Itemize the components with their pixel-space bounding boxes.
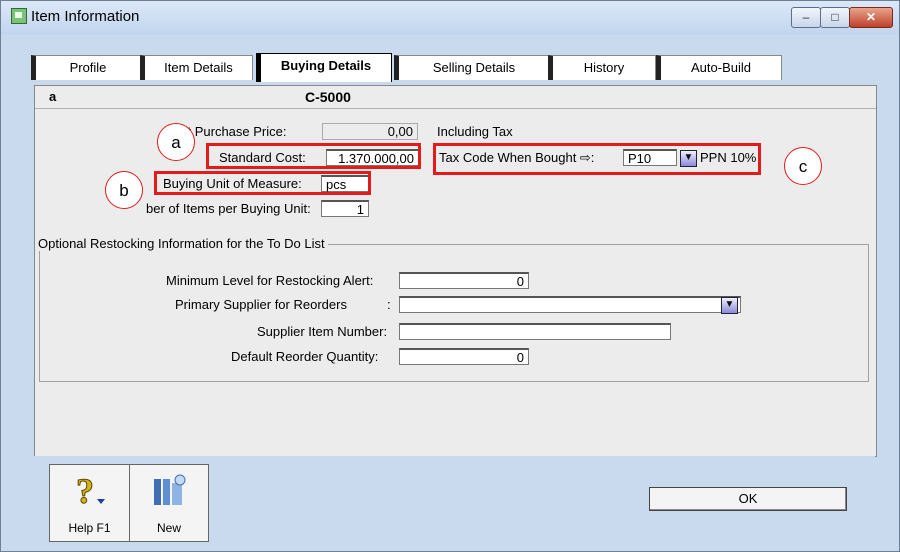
items-per-unit-label: ber of Items per Buying Unit: (146, 201, 311, 216)
footer-toolbar: ? Help F1 New OK (34, 456, 875, 542)
tab-profile[interactable]: Profile (31, 55, 141, 80)
tab-buying-details[interactable]: Buying Details (256, 53, 392, 82)
new-item-icon (154, 474, 186, 505)
new-button-label: New (156, 521, 181, 535)
supplier-item-number-input[interactable] (399, 323, 671, 340)
item-name: a (49, 89, 57, 104)
ok-button[interactable]: OK (649, 487, 847, 511)
window-title: Item Information (31, 8, 140, 25)
help-button[interactable]: ? Help F1 (49, 464, 130, 542)
reorder-qty-label: Default Reorder Quantity: (231, 349, 379, 364)
restocking-group-title: Optional Restocking Information for the … (35, 236, 328, 251)
supplier-item-number-label: Supplier Item Number: (257, 324, 388, 339)
standard-cost-highlight (206, 143, 421, 169)
help-icon: ? (76, 471, 105, 511)
buying-unit-highlight (154, 171, 371, 195)
item-information-window: Item Information – □ ✕ Profile Item Deta… (0, 0, 900, 552)
item-code: C-5000 (305, 89, 351, 105)
title-bar[interactable]: Item Information – □ ✕ (1, 1, 899, 35)
tab-auto-build[interactable]: Auto-Build (656, 55, 782, 80)
min-level-input[interactable]: 0 (399, 272, 529, 289)
last-purchase-price-field: 0,00 (322, 123, 418, 140)
including-tax-label: Including Tax (437, 124, 513, 139)
tax-code-highlight (433, 143, 761, 175)
svg-text:?: ? (76, 471, 94, 511)
tab-item-details[interactable]: Item Details (140, 55, 253, 80)
last-purchase-price-label: st Purchase Price: (181, 124, 287, 139)
tab-selling-details[interactable]: Selling Details (394, 55, 550, 80)
supplier-dropdown-icon[interactable]: ▼ (721, 297, 738, 314)
close-button[interactable]: ✕ (849, 7, 893, 28)
new-button[interactable]: New (129, 464, 209, 542)
help-button-label: Help F1 (68, 521, 111, 535)
primary-supplier-colon: : (387, 297, 391, 312)
maximize-button[interactable]: □ (820, 7, 850, 28)
primary-supplier-label: Primary Supplier for Reorders (175, 297, 347, 312)
reorder-qty-input[interactable]: 0 (399, 348, 529, 365)
callout-a: a (157, 123, 195, 161)
tab-strip: Profile Item Details Buying Details Sell… (1, 35, 899, 85)
header-divider (35, 108, 876, 109)
callout-c: c (784, 147, 822, 185)
min-level-label: Minimum Level for Restocking Alert: (166, 273, 374, 288)
minimize-button[interactable]: – (791, 7, 821, 28)
tab-history[interactable]: History (548, 55, 656, 80)
app-icon (11, 8, 27, 24)
items-per-unit-input[interactable]: 1 (321, 200, 369, 217)
primary-supplier-select[interactable] (399, 296, 741, 313)
callout-b: b (105, 171, 143, 209)
